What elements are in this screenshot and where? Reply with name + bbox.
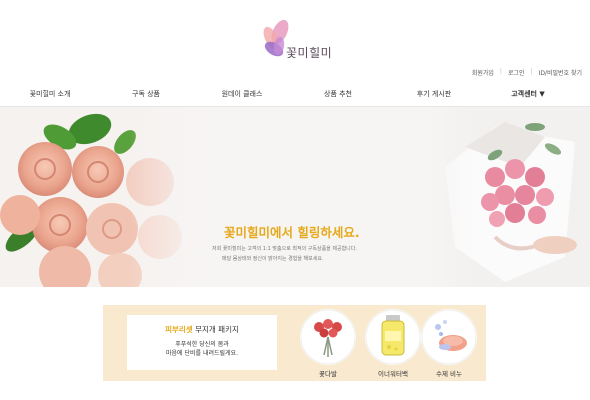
promo-title-highlight: 피부리셋: [165, 325, 193, 334]
hero-banner: 꽃미힐미에서 힐링하세요. 저희 꽃미힐미는 고객의 1:1 맞춤으로 최적의 …: [0, 107, 590, 287]
logo[interactable]: 꽃미힐미: [258, 18, 338, 64]
promo-package[interactable]: 피부리셋 무지개 패키지 푸푸석한 당신의 몸과 마음에 단비를 내려드릴게요.…: [103, 305, 486, 381]
soap-icon: [421, 309, 477, 365]
product-label: 꽃다발: [319, 370, 337, 378]
logo-text: 꽃미힐미: [286, 46, 333, 60]
water-bag-icon: [365, 309, 421, 365]
promo-desc-line: 푸푸석한 당신의 몸과: [175, 341, 229, 348]
promo-description: 푸푸석한 당신의 몸과 마음에 단비를 내려드릴게요.: [127, 340, 277, 358]
hero-description: 저희 꽃미힐미는 고객의 1:1 맞춤으로 최적의 구독상품을 제공합니다.: [212, 246, 357, 252]
product-label: 이너워터백: [378, 370, 408, 378]
promo-title-rest: 무지개 패키지: [192, 325, 239, 334]
promo-title: 피부리셋 무지개 패키지: [127, 324, 277, 335]
utility-links: 회원가입 | 로그인 | ID/비밀번호 찾기: [472, 68, 582, 77]
roses-image: [0, 107, 210, 287]
main-nav: 꽃미힐미 소개 구독 상품 원데이 클래스 상품 추천 후기 게시판 고객센터 …: [0, 82, 590, 107]
divider: |: [499, 68, 502, 75]
divider: |: [530, 68, 533, 75]
hero-description: 매달 몸상태와 정신이 맑아지는 경험을 해보세요.: [222, 256, 324, 262]
find-account-link[interactable]: ID/비밀번호 찾기: [539, 68, 582, 77]
hero-title: 꽃미힐미에서 힐링하세요.: [224, 225, 360, 240]
product-handmade-soap[interactable]: [421, 309, 477, 365]
product-inner-water-bag[interactable]: [365, 309, 421, 365]
nav-item-oneday-class[interactable]: 원데이 클래스: [222, 89, 263, 99]
login-link[interactable]: 로그인: [508, 68, 525, 77]
product-label: 수제 비누: [436, 370, 462, 378]
signup-link[interactable]: 회원가입: [472, 68, 494, 77]
bouquet-image: [425, 107, 590, 287]
promo-card: 피부리셋 무지개 패키지 푸푸석한 당신의 몸과 마음에 단비를 내려드릴게요.: [127, 315, 277, 370]
nav-item-subscription[interactable]: 구독 상품: [132, 89, 160, 99]
nav-item-customer-center[interactable]: 고객센터 ▼: [511, 89, 545, 99]
promo-desc-line: 마음에 단비를 내려드릴게요.: [166, 350, 238, 357]
nav-item-about[interactable]: 꽃미힐미 소개: [30, 89, 71, 99]
product-bouquet[interactable]: [300, 309, 356, 365]
nav-item-reviews[interactable]: 후기 게시판: [417, 89, 451, 99]
nav-item-recommend[interactable]: 상품 추천: [324, 89, 352, 99]
bouquet-icon: [300, 309, 356, 365]
